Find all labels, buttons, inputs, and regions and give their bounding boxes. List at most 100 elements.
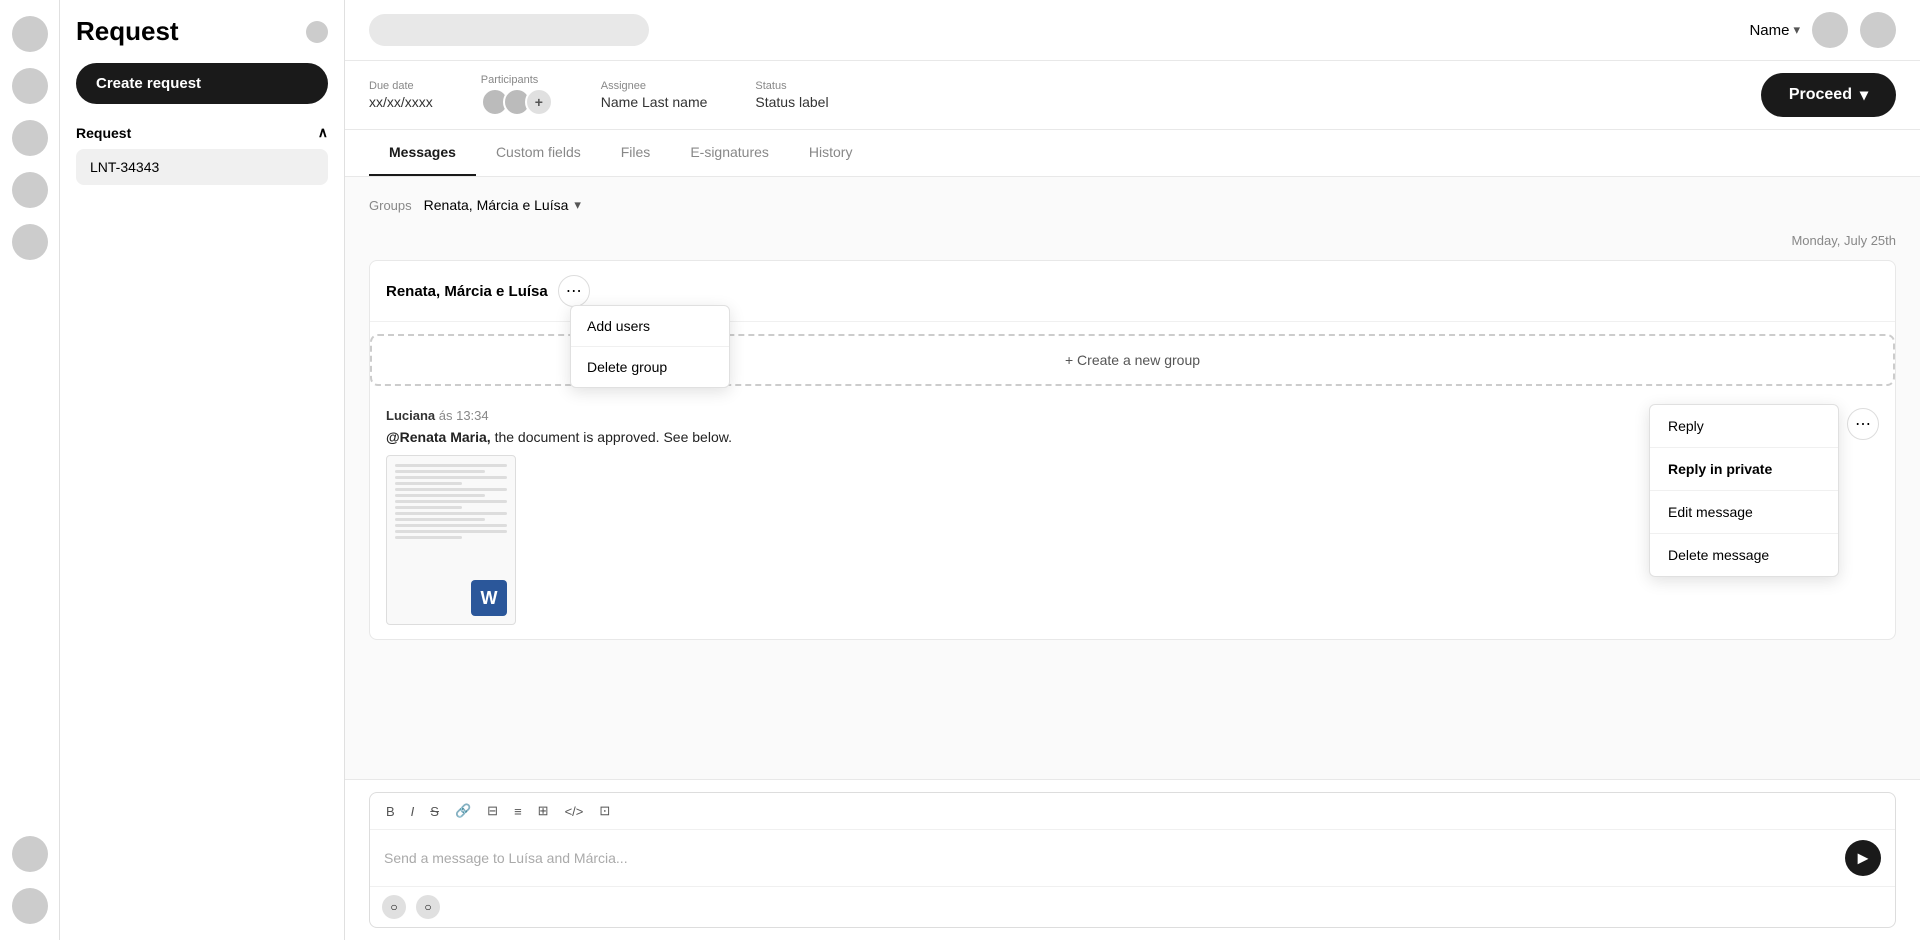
app-title-text: Request bbox=[76, 16, 179, 47]
participants-field: Participants + bbox=[481, 74, 553, 116]
emoji-icon[interactable]: ○ bbox=[416, 895, 440, 919]
reply-private-menu-item[interactable]: Reply in private bbox=[1650, 448, 1838, 491]
message-input-box: B I S 🔗 ⊟ ≡ ⊞ </> ⊡ Send a message to Lu… bbox=[369, 792, 1896, 928]
assignee-value: Name Last name bbox=[601, 94, 708, 110]
message-context-menu: Reply Reply in private Edit message Dele… bbox=[1649, 404, 1839, 577]
group-name: Renata, Márcia e Luísa bbox=[386, 283, 548, 300]
attachment-icon[interactable]: ○ bbox=[382, 895, 406, 919]
tab-custom-fields[interactable]: Custom fields bbox=[476, 130, 601, 176]
doc-line-11 bbox=[395, 524, 507, 527]
doc-line-12 bbox=[395, 530, 507, 533]
sidebar-item-lnt34343[interactable]: LNT-34343 bbox=[76, 149, 328, 185]
status-field: Status Status label bbox=[755, 80, 828, 110]
sidebar-section-chevron: ∧ bbox=[318, 124, 328, 141]
word-icon: W bbox=[471, 580, 507, 616]
nav-rail bbox=[0, 0, 60, 940]
assignee-field: Assignee Name Last name bbox=[601, 80, 708, 110]
header-right: Name ▾ bbox=[1749, 12, 1896, 48]
groups-bar: Groups Renata, Márcia e Luísa ▾ bbox=[369, 197, 1896, 213]
participant-add-icon[interactable]: + bbox=[525, 88, 553, 116]
delete-group-menu-item[interactable]: Delete group bbox=[571, 347, 729, 387]
message-item: Luciana ás 13:34 @Renata Maria, the docu… bbox=[370, 394, 1895, 639]
doc-line-9 bbox=[395, 512, 507, 515]
sidebar-section-request[interactable]: Request ∧ bbox=[76, 124, 328, 141]
tab-history[interactable]: History bbox=[789, 130, 873, 176]
tab-files[interactable]: Files bbox=[601, 130, 671, 176]
reply-menu-item[interactable]: Reply bbox=[1650, 405, 1838, 448]
assignee-label: Assignee bbox=[601, 80, 708, 92]
create-request-button[interactable]: Create request bbox=[76, 63, 328, 104]
message-mention: @Renata Maria, bbox=[386, 429, 491, 445]
main-content: Name ▾ Due date xx/xx/xxxx Participants … bbox=[345, 0, 1920, 940]
meta-bar: Due date xx/xx/xxxx Participants + Assig… bbox=[345, 61, 1920, 130]
status-label: Status bbox=[755, 80, 828, 92]
doc-line-3 bbox=[395, 476, 507, 479]
groups-dropdown[interactable]: Renata, Márcia e Luísa ▾ bbox=[424, 197, 581, 213]
toolbar-link-button[interactable]: 🔗 bbox=[451, 801, 475, 821]
toolbar-code-button[interactable]: </> bbox=[561, 802, 588, 821]
doc-line-8 bbox=[395, 506, 462, 509]
user-name-label: Name bbox=[1749, 22, 1789, 39]
doc-line-1 bbox=[395, 464, 507, 467]
user-avatar-1 bbox=[1812, 12, 1848, 48]
toolbar-table-button[interactable]: ⊡ bbox=[595, 801, 614, 821]
document-thumbnail[interactable]: W bbox=[386, 455, 516, 625]
doc-line-4 bbox=[395, 482, 462, 485]
participants-label: Participants bbox=[481, 74, 553, 86]
sidebar-title: Request bbox=[76, 16, 328, 47]
doc-line-13 bbox=[395, 536, 462, 539]
edit-message-menu-item[interactable]: Edit message bbox=[1650, 491, 1838, 534]
message-text-field[interactable]: Send a message to Luísa and Márcia... ► bbox=[370, 830, 1895, 886]
delete-message-menu-item[interactable]: Delete message bbox=[1650, 534, 1838, 576]
group-context-menu: Add users Delete group bbox=[570, 305, 730, 388]
proceed-button[interactable]: Proceed ▾ bbox=[1761, 73, 1896, 117]
participants-stack: + bbox=[481, 88, 553, 116]
message-input-area: B I S 🔗 ⊟ ≡ ⊞ </> ⊡ Send a message to Lu… bbox=[345, 779, 1920, 940]
date-divider: Monday, July 25th bbox=[369, 233, 1896, 248]
user-name-chevron-icon: ▾ bbox=[1793, 22, 1800, 38]
message-input-placeholder: Send a message to Luísa and Márcia... bbox=[384, 850, 628, 866]
top-header: Name ▾ bbox=[345, 0, 1920, 61]
message-text: the document is approved. See below. bbox=[491, 429, 732, 445]
toolbar-italic-button[interactable]: I bbox=[407, 802, 419, 821]
rail-avatar-5 bbox=[12, 224, 48, 260]
doc-content-lines bbox=[387, 456, 515, 572]
rail-avatar-bottom-2 bbox=[12, 888, 48, 924]
search-input[interactable] bbox=[369, 14, 649, 46]
due-date-value: xx/xx/xxxx bbox=[369, 94, 433, 110]
message-group-header: Renata, Márcia e Luísa ⋯ Add users Delet… bbox=[370, 261, 1895, 322]
message-author: Luciana bbox=[386, 408, 435, 423]
rail-avatar-3 bbox=[12, 120, 48, 156]
message-options-button[interactable]: ⋯ bbox=[1847, 408, 1879, 440]
message-toolbar: B I S 🔗 ⊟ ≡ ⊞ </> ⊡ bbox=[370, 793, 1895, 830]
message-footer-icons: ○ ○ bbox=[370, 886, 1895, 927]
toolbar-indent-button[interactable]: ⊞ bbox=[534, 801, 553, 821]
toolbar-unordered-list-button[interactable]: ≡ bbox=[510, 802, 526, 821]
doc-line-5 bbox=[395, 488, 507, 491]
doc-line-7 bbox=[395, 500, 507, 503]
doc-line-6 bbox=[395, 494, 485, 497]
tab-e-signatures[interactable]: E-signatures bbox=[670, 130, 789, 176]
due-date-label: Due date bbox=[369, 80, 433, 92]
message-group-card: Renata, Márcia e Luísa ⋯ Add users Delet… bbox=[369, 260, 1896, 640]
doc-line-2 bbox=[395, 470, 485, 473]
tabs-bar: Messages Custom fields Files E-signature… bbox=[345, 130, 1920, 177]
toolbar-strikethrough-button[interactable]: S bbox=[426, 802, 443, 821]
user-name-dropdown[interactable]: Name ▾ bbox=[1749, 22, 1800, 39]
sidebar-collapse-icon bbox=[306, 21, 328, 43]
group-options-button[interactable]: ⋯ bbox=[558, 275, 590, 307]
messages-area: Groups Renata, Márcia e Luísa ▾ Monday, … bbox=[345, 177, 1920, 779]
tab-messages[interactable]: Messages bbox=[369, 130, 476, 176]
status-value: Status label bbox=[755, 94, 828, 110]
send-message-button[interactable]: ► bbox=[1845, 840, 1881, 876]
groups-label: Groups bbox=[369, 198, 412, 213]
toolbar-bold-button[interactable]: B bbox=[382, 802, 399, 821]
add-users-menu-item[interactable]: Add users bbox=[571, 306, 729, 347]
doc-line-10 bbox=[395, 518, 485, 521]
toolbar-ordered-list-button[interactable]: ⊟ bbox=[483, 801, 502, 821]
sidebar-section-label-text: Request bbox=[76, 125, 131, 141]
proceed-label: Proceed bbox=[1789, 86, 1852, 104]
selected-group-label: Renata, Márcia e Luísa bbox=[424, 197, 569, 213]
due-date-field: Due date xx/xx/xxxx bbox=[369, 80, 433, 110]
rail-avatar-4 bbox=[12, 172, 48, 208]
